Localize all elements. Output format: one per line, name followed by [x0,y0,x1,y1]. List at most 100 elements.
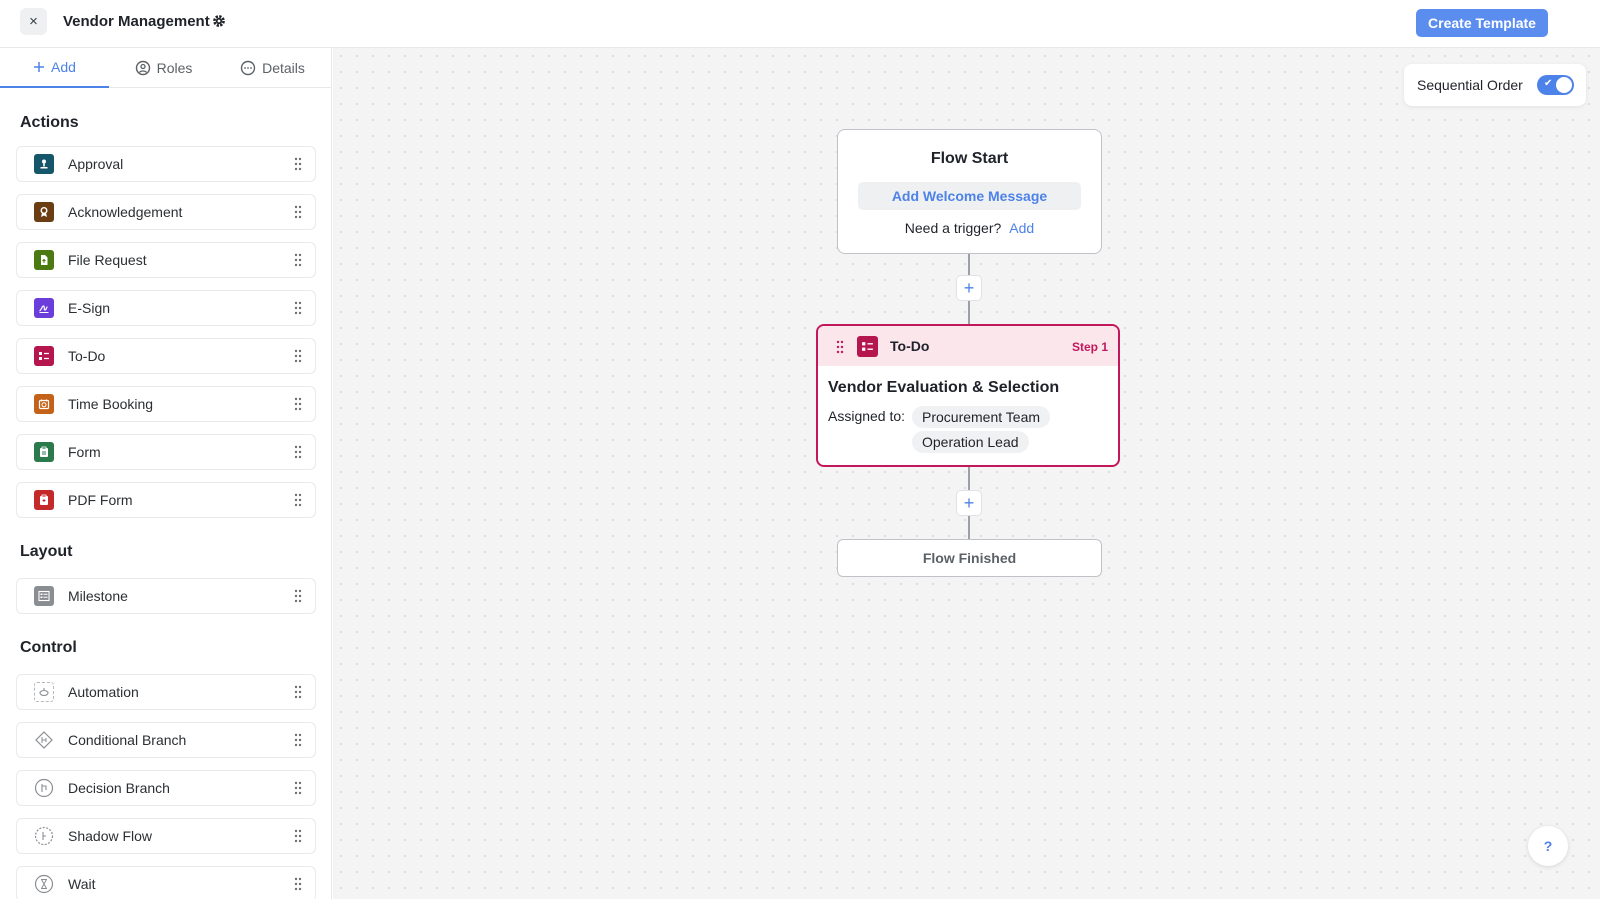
section-title-actions: Actions [20,114,79,131]
step-type-label: To-Do [890,338,930,354]
gear-icon[interactable] [212,14,226,28]
sidebar-item-file-request[interactable]: File Request [16,242,316,278]
drag-handle-icon[interactable] [294,205,302,219]
drag-handle-icon[interactable] [294,589,302,603]
drag-handle-icon[interactable] [294,685,302,699]
flow-start-title: Flow Start [930,150,1009,167]
trigger-text: Need a trigger? [904,220,1002,236]
sidebar-item-label: Form [68,444,101,460]
flow-start-node[interactable]: Flow Start Add Welcome Message Need a tr… [837,129,1102,254]
assigned-to-label: Assigned to: [828,408,906,424]
drag-handle-icon[interactable] [294,733,302,747]
add-trigger-link[interactable]: Add [1009,220,1034,236]
dots-circle-icon [240,60,256,76]
assignee-chip: Procurement Team [912,406,1051,428]
step-title: Vendor Evaluation & Selection [828,379,1060,396]
todo-icon [857,336,878,357]
create-template-button[interactable]: Create Template [1416,9,1548,37]
hourglass-icon [34,874,54,894]
drag-handle-icon[interactable] [294,781,302,795]
user-circle-icon [135,60,150,76]
pdf-form-icon [34,490,54,510]
sidebar-item-pdf-form[interactable]: PDF Form [16,482,316,518]
sidebar-item-approval[interactable]: Approval [16,146,316,182]
sidebar-item-label: Time Booking [68,396,154,412]
close-button[interactable]: × [20,8,47,35]
sidebar-item-label: Approval [68,156,124,172]
drag-handle-icon[interactable] [294,301,302,315]
sidebar-item-label: Decision Branch [68,780,170,796]
sidebar-item-label: Conditional Branch [68,732,187,748]
sidebar-item-label: E-Sign [68,300,111,316]
drag-handle-icon[interactable] [294,349,302,363]
drag-handle-icon[interactable] [294,157,302,171]
sidebar-item-label: Milestone [68,588,128,604]
check-icon: ✔ [1544,78,1553,89]
sidebar: Add Roles Details Actions Approval Ackno… [0,48,332,899]
time-booking-icon [34,394,54,414]
help-button[interactable]: ? [1528,826,1568,866]
sidebar-item-label: File Request [68,252,147,268]
file-request-icon [34,250,54,270]
sidebar-item-label: To-Do [68,348,106,364]
sidebar-item-wait[interactable]: Wait [16,866,316,899]
sidebar-item-esign[interactable]: E-Sign [16,290,316,326]
add-welcome-message-button[interactable]: Add Welcome Message [858,182,1081,210]
form-icon [34,442,54,462]
tab-details-label: Details [262,60,305,76]
shadow-flow-icon [34,826,54,846]
sidebar-item-label: Acknowledgement [68,204,183,220]
sidebar-item-label: Automation [68,684,139,700]
toggle-knob [1556,77,1572,93]
step-number-badge: Step 1 [1071,340,1108,354]
tab-add-label: Add [51,59,76,75]
page-title: Vendor Management [63,13,210,30]
drag-handle-icon[interactable] [294,877,302,891]
sidebar-item-form[interactable]: Form [16,434,316,470]
drag-handle-icon[interactable] [294,829,302,843]
drag-handle-icon[interactable] [836,340,844,354]
drag-handle-icon[interactable] [294,253,302,267]
sidebar-tabs: Add Roles Details [0,48,331,88]
section-title-layout: Layout [20,543,73,560]
sidebar-item-automation[interactable]: Automation [16,674,316,710]
sidebar-item-label: Shadow Flow [68,828,153,844]
sidebar-item-todo[interactable]: To-Do [16,338,316,374]
sequential-order-label: Sequential Order [1417,77,1523,93]
sidebar-item-shadow-flow[interactable]: Shadow Flow [16,818,316,854]
tab-details[interactable]: Details [218,48,327,88]
drag-handle-icon[interactable] [294,397,302,411]
sidebar-item-conditional-branch[interactable]: Conditional Branch [16,722,316,758]
drag-handle-icon[interactable] [294,493,302,507]
todo-step-node[interactable]: To-Do Step 1 Vendor Evaluation & Selecti… [816,324,1120,467]
automation-icon [34,682,54,702]
section-title-control: Control [20,639,77,656]
sidebar-item-time-booking[interactable]: Time Booking [16,386,316,422]
sidebar-item-label: PDF Form [68,492,133,508]
conditional-branch-icon [34,730,54,750]
assignee-chip: Operation Lead [912,431,1029,453]
decision-branch-icon [34,778,54,798]
add-step-button[interactable]: + [956,490,982,516]
sidebar-item-acknowledgement[interactable]: Acknowledgement [16,194,316,230]
sequential-order-panel: Sequential Order ✔ [1404,64,1586,106]
tab-roles-label: Roles [156,60,193,76]
top-bar: × Vendor Management Create Template [0,0,1600,48]
sequential-order-toggle[interactable]: ✔ [1537,75,1574,95]
acknowledgement-icon [34,202,54,222]
sidebar-item-label: Wait [68,876,96,892]
drag-handle-icon[interactable] [294,445,302,459]
esign-icon [34,298,54,318]
add-step-button[interactable]: + [956,275,982,301]
close-icon: × [29,13,38,30]
tab-roles[interactable]: Roles [109,48,218,88]
sidebar-item-decision-branch[interactable]: Decision Branch [16,770,316,806]
plus-icon [34,62,45,72]
milestone-icon [34,586,54,606]
tab-add[interactable]: Add [0,48,109,88]
approval-icon [34,154,54,174]
trigger-row: Need a trigger? Add [838,220,1101,236]
todo-icon [34,346,54,366]
flow-finished-node: Flow Finished [837,539,1102,577]
sidebar-item-milestone[interactable]: Milestone [16,578,316,614]
